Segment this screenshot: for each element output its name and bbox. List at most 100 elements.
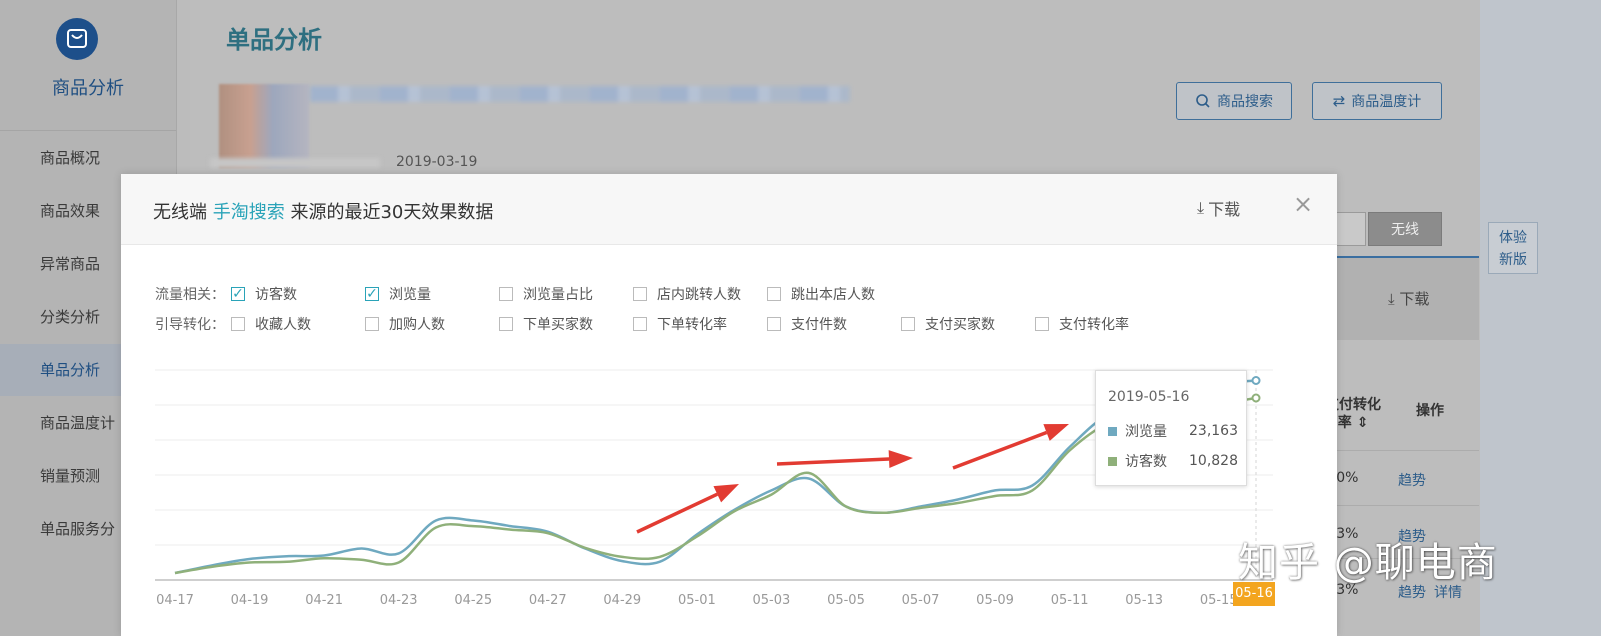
series-point[interactable] xyxy=(1251,376,1261,385)
x-tick-label: 05-03 xyxy=(753,593,791,608)
download-icon: ⤓ xyxy=(1197,198,1205,217)
checkbox-empty-icon[interactable] xyxy=(365,317,379,331)
product-thermometer-button[interactable]: ⇄ 商品温度计 xyxy=(1312,82,1442,120)
metric-checkbox-label: 加购人数 xyxy=(389,317,445,333)
metric-checkbox-label: 支付件数 xyxy=(791,317,847,333)
annotation-arrow xyxy=(952,430,1048,470)
product-subtitle-blurred xyxy=(210,158,380,168)
tooltip-series-value: 10,828 xyxy=(1189,453,1238,469)
annotation-arrow xyxy=(776,457,890,466)
metric-checkbox[interactable]: 浏览量占比 xyxy=(499,284,593,304)
metric-checkbox-label: 访客数 xyxy=(255,287,297,303)
metric-checkbox[interactable]: 支付转化率 xyxy=(1035,314,1129,334)
sort-icon[interactable]: ⇕ xyxy=(1357,415,1369,431)
tooltip-row-visitors: 访客数 10,828 xyxy=(1108,451,1238,471)
checkmark-icon[interactable]: ✓ xyxy=(365,287,379,301)
filter-group-label: 引导转化： xyxy=(155,317,225,333)
metric-checkbox[interactable]: 支付买家数 xyxy=(901,314,995,334)
product-search-label: 商品搜索 xyxy=(1217,94,1273,110)
metric-checkbox[interactable]: 支付件数 xyxy=(767,314,847,334)
x-tick-label: 05-15 xyxy=(1200,593,1238,608)
tooltip-series-name: 访客数 xyxy=(1125,454,1167,470)
modal-download-button[interactable]: ⤓ 下载 xyxy=(1197,196,1240,220)
x-tick-label: 04-19 xyxy=(231,593,269,608)
toggle-wireless[interactable]: 无线 xyxy=(1368,212,1442,246)
metric-checkbox[interactable]: ✓ 浏览量 xyxy=(365,284,431,304)
download-icon: ⤓ xyxy=(1388,290,1395,308)
header-actions: 操作 xyxy=(1416,403,1444,419)
checkbox-empty-icon[interactable] xyxy=(767,287,781,301)
x-tick-label: 04-29 xyxy=(603,593,641,608)
annotation-arrowhead xyxy=(1043,424,1069,441)
product-analysis-icon[interactable] xyxy=(56,18,98,60)
table-download-button[interactable]: ⤓ 下载 xyxy=(1388,288,1429,309)
bag-icon xyxy=(67,29,87,48)
close-icon[interactable]: × xyxy=(1293,190,1313,218)
modal-title: 无线端 手淘搜索 来源的最近30天效果数据 xyxy=(153,198,493,224)
x-tick-label: 05-07 xyxy=(902,593,940,608)
series-point[interactable] xyxy=(1251,393,1261,403)
x-tick-label: 05-09 xyxy=(976,593,1014,608)
metric-checkbox-label: 跳出本店人数 xyxy=(791,287,875,303)
try-new-line1: 体验 xyxy=(1499,230,1527,246)
tooltip-row-pageviews: 浏览量 23,163 xyxy=(1108,421,1238,441)
checkbox-empty-icon[interactable] xyxy=(499,287,513,301)
page-title: 单品分析 xyxy=(226,26,322,54)
sidebar-divider xyxy=(0,130,176,131)
modal-title-prefix: 无线端 xyxy=(153,202,207,223)
product-thumbnail[interactable] xyxy=(219,84,309,168)
x-tick-label: 04-21 xyxy=(305,593,343,608)
checkbox-empty-icon[interactable] xyxy=(1035,317,1049,331)
search-icon xyxy=(1196,94,1210,108)
checkbox-empty-icon[interactable] xyxy=(901,317,915,331)
try-new-version-button[interactable]: 体验 新版 xyxy=(1488,222,1538,274)
annotation-arrowhead xyxy=(888,450,913,469)
checkbox-empty-icon[interactable] xyxy=(231,317,245,331)
sidebar-header-label[interactable]: 商品分析 xyxy=(0,74,176,100)
checkmark-icon[interactable]: ✓ xyxy=(231,287,245,301)
x-tick-label: 04-27 xyxy=(529,593,567,608)
table-download-label: 下载 xyxy=(1399,290,1430,308)
x-tick-label: 04-25 xyxy=(454,593,492,608)
metric-checkbox-label: 收藏人数 xyxy=(255,317,311,333)
metric-checkbox[interactable]: 跳出本店人数 xyxy=(767,284,875,304)
header-conversion-line2: 率 xyxy=(1337,415,1352,431)
tooltip-series-name: 浏览量 xyxy=(1125,424,1167,440)
product-search-button[interactable]: 商品搜索 xyxy=(1176,82,1292,120)
metric-checkbox[interactable]: 加购人数 xyxy=(365,314,445,334)
checkbox-empty-icon[interactable] xyxy=(499,317,513,331)
product-thermometer-label: 商品温度计 xyxy=(1351,94,1422,110)
effect-data-modal: 无线端 手淘搜索 来源的最近30天效果数据 ⤓ 下载 × 流量相关： ✓ 访客数 ✓ 浏… xyxy=(121,174,1337,636)
metric-checkbox-label: 下单买家数 xyxy=(523,317,593,333)
checkbox-empty-icon[interactable] xyxy=(633,287,647,301)
checkbox-empty-icon[interactable] xyxy=(767,317,781,331)
modal-download-label: 下载 xyxy=(1208,200,1241,219)
annotation-arrow xyxy=(636,492,719,534)
right-panel xyxy=(1480,0,1601,636)
metric-checkbox-label: 支付转化率 xyxy=(1059,317,1129,333)
tooltip-series-value: 23,163 xyxy=(1189,423,1238,439)
metric-checkbox[interactable]: 店内跳转人数 xyxy=(633,284,741,304)
x-tick-label: 05-13 xyxy=(1125,593,1163,608)
swap-icon: ⇄ xyxy=(1332,92,1346,110)
modal-title-suffix: 来源的最近30天效果数据 xyxy=(290,202,494,223)
x-tick-label: 05-01 xyxy=(678,593,716,608)
x-tick-label: 04-23 xyxy=(380,593,418,608)
trend-link[interactable]: 趋势 xyxy=(1398,470,1426,490)
metric-checkbox-label: 店内跳转人数 xyxy=(657,287,741,303)
metric-checkbox[interactable]: 收藏人数 xyxy=(231,314,311,334)
modal-title-source: 手淘搜索 xyxy=(212,202,285,223)
metric-checkbox[interactable]: 下单转化率 xyxy=(633,314,727,334)
checkbox-empty-icon[interactable] xyxy=(633,317,647,331)
metric-checkbox-label: 下单转化率 xyxy=(657,317,727,333)
chart-tooltip: 2019-05-16 浏览量 23,163 访客数 10,828 xyxy=(1095,370,1247,486)
product-date: 2019-03-19 xyxy=(396,154,478,170)
product-title-blurred xyxy=(310,86,850,102)
metric-checkbox-label: 浏览量占比 xyxy=(523,287,593,303)
series-swatch xyxy=(1108,456,1117,466)
metric-checkbox[interactable]: 下单买家数 xyxy=(499,314,593,334)
series-line xyxy=(174,379,1257,575)
x-tick-label: 05-05 xyxy=(827,593,865,608)
metric-checkbox[interactable]: ✓ 访客数 xyxy=(231,284,297,304)
x-tick-label: 05-11 xyxy=(1051,593,1089,608)
